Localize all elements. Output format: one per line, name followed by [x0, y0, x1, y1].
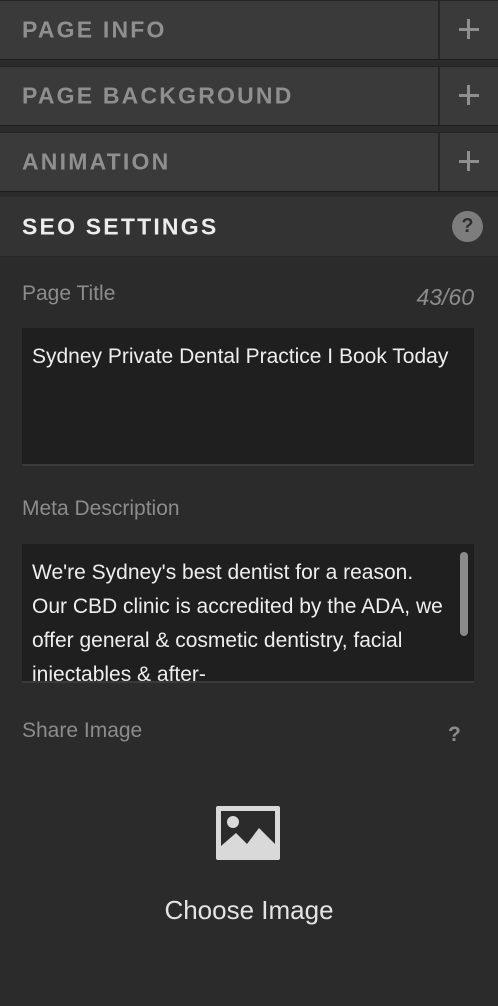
section-animation[interactable]: ANIMATION [0, 132, 498, 192]
page-title-value: Sydney Private Dental Practice I Book To… [32, 345, 449, 368]
meta-description-value: We're Sydney's best dentist for a reason… [32, 561, 443, 683]
page-title-label: Page Title [22, 282, 116, 305]
share-image-label: Share Image [22, 719, 143, 742]
choose-image-button[interactable]: Choose Image [0, 895, 498, 926]
meta-description-textarea[interactable]: We're Sydney's best dentist for a reason… [22, 544, 474, 683]
section-page-background[interactable]: PAGE BACKGROUND [0, 66, 498, 126]
settings-panel: PAGE INFO PAGE BACKGROUND ANIMATION SEO … [0, 0, 498, 1006]
meta-description-label: Meta Description [22, 497, 180, 520]
page-title-input[interactable]: Sydney Private Dental Practice I Book To… [22, 328, 474, 466]
plus-icon[interactable] [440, 67, 498, 125]
page-title-char-counter: 43/60 [416, 284, 474, 310]
plus-icon[interactable] [440, 133, 498, 191]
section-page-info[interactable]: PAGE INFO [0, 0, 498, 60]
section-seo-settings[interactable]: SEO SETTINGS ? [0, 197, 498, 257]
help-icon[interactable]: ? [452, 211, 483, 242]
section-title: ANIMATION [22, 148, 171, 175]
textarea-scrollbar[interactable] [460, 552, 468, 636]
section-title: PAGE BACKGROUND [22, 82, 294, 109]
section-title: PAGE INFO [22, 16, 167, 43]
plus-icon[interactable] [440, 1, 498, 59]
section-title: SEO SETTINGS [22, 213, 219, 239]
image-icon[interactable] [216, 806, 280, 860]
help-icon[interactable]: ? [448, 723, 461, 747]
